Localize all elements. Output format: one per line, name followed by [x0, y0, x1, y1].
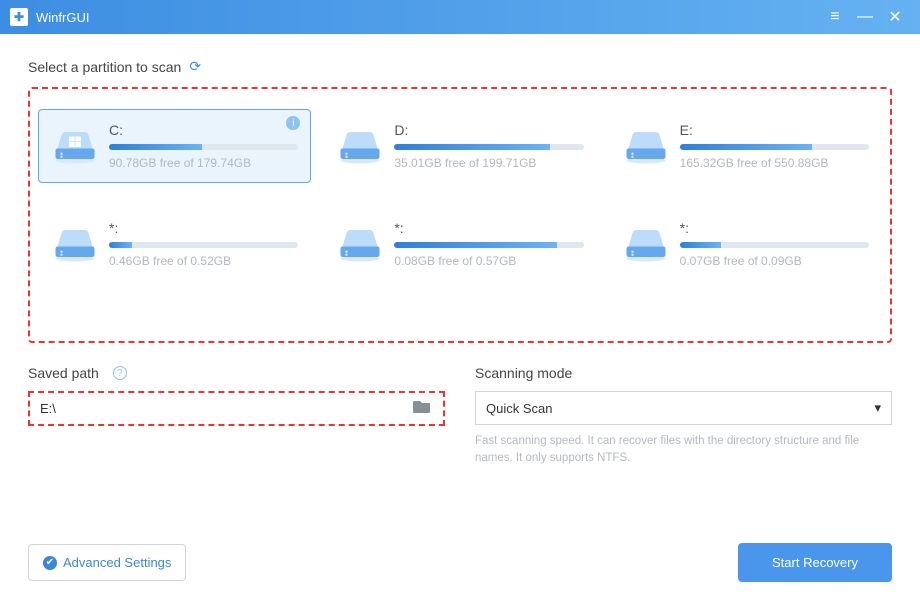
drive-icon — [336, 123, 384, 170]
scanning-mode-value: Quick Scan — [486, 401, 552, 416]
drive-letter: E: — [680, 122, 869, 138]
partition-card[interactable]: *: 0.08GB free of 0.57GB — [323, 207, 596, 281]
close-button[interactable]: ✕ — [880, 0, 910, 34]
start-recovery-label: Start Recovery — [772, 555, 858, 570]
drive-letter: *: — [680, 220, 869, 236]
usage-bar — [680, 144, 869, 150]
saved-path-input[interactable]: E:\ — [32, 395, 403, 422]
window-title: WinfrGUI — [36, 10, 820, 25]
drive-icon — [51, 123, 99, 170]
usage-bar — [680, 242, 869, 248]
select-partition-text: Select a partition to scan — [28, 59, 181, 75]
partition-grid: i C: 90.78GB free of 179.74GB D: 35.01GB… — [28, 87, 892, 343]
app-logo-icon: ✚ — [10, 8, 28, 26]
drive-icon — [622, 221, 670, 268]
free-space-text: 35.01GB free of 199.71GB — [394, 156, 583, 170]
free-space-text: 90.78GB free of 179.74GB — [109, 156, 298, 170]
usage-bar — [394, 144, 583, 150]
saved-path-label-text: Saved path — [28, 365, 99, 381]
folder-icon[interactable] — [403, 399, 441, 418]
partition-card[interactable]: *: 0.46GB free of 0.52GB — [38, 207, 311, 281]
help-icon[interactable]: ? — [113, 366, 127, 380]
drive-letter: *: — [394, 220, 583, 236]
saved-path-label: Saved path ? — [28, 365, 445, 381]
drive-icon — [51, 221, 99, 268]
free-space-text: 165.32GB free of 550.88GB — [680, 156, 869, 170]
usage-bar — [109, 144, 298, 150]
menu-button[interactable]: ≡ — [820, 0, 850, 34]
check-icon: ✔ — [43, 556, 57, 570]
scanning-mode-description: Fast scanning speed. It can recover file… — [475, 433, 892, 468]
drive-icon — [336, 221, 384, 268]
partition-card[interactable]: E: 165.32GB free of 550.88GB — [609, 109, 882, 183]
partition-card[interactable]: D: 35.01GB free of 199.71GB — [323, 109, 596, 183]
saved-path-row: E:\ — [28, 391, 445, 426]
drive-icon — [622, 123, 670, 170]
scanning-mode-label: Scanning mode — [475, 365, 892, 381]
title-bar: ✚ WinfrGUI ≡ — ✕ — [0, 0, 920, 34]
advanced-settings-button[interactable]: ✔ Advanced Settings — [28, 544, 186, 581]
drive-letter: D: — [394, 122, 583, 138]
partition-card[interactable]: *: 0.07GB free of 0.09GB — [609, 207, 882, 281]
select-partition-label: Select a partition to scan ⟳ — [28, 58, 892, 75]
usage-bar — [394, 242, 583, 248]
drive-letter: C: — [109, 122, 298, 138]
scanning-mode-select[interactable]: Quick Scan ▾ — [475, 391, 892, 425]
advanced-settings-label: Advanced Settings — [63, 555, 171, 570]
partition-card[interactable]: i C: 90.78GB free of 179.74GB — [38, 109, 311, 183]
refresh-icon[interactable]: ⟳ — [189, 58, 201, 75]
usage-bar — [109, 242, 298, 248]
minimize-button[interactable]: — — [850, 0, 880, 34]
free-space-text: 0.08GB free of 0.57GB — [394, 254, 583, 268]
drive-letter: *: — [109, 220, 298, 236]
free-space-text: 0.07GB free of 0.09GB — [680, 254, 869, 268]
start-recovery-button[interactable]: Start Recovery — [738, 543, 892, 582]
chevron-down-icon: ▾ — [874, 400, 881, 416]
free-space-text: 0.46GB free of 0.52GB — [109, 254, 298, 268]
